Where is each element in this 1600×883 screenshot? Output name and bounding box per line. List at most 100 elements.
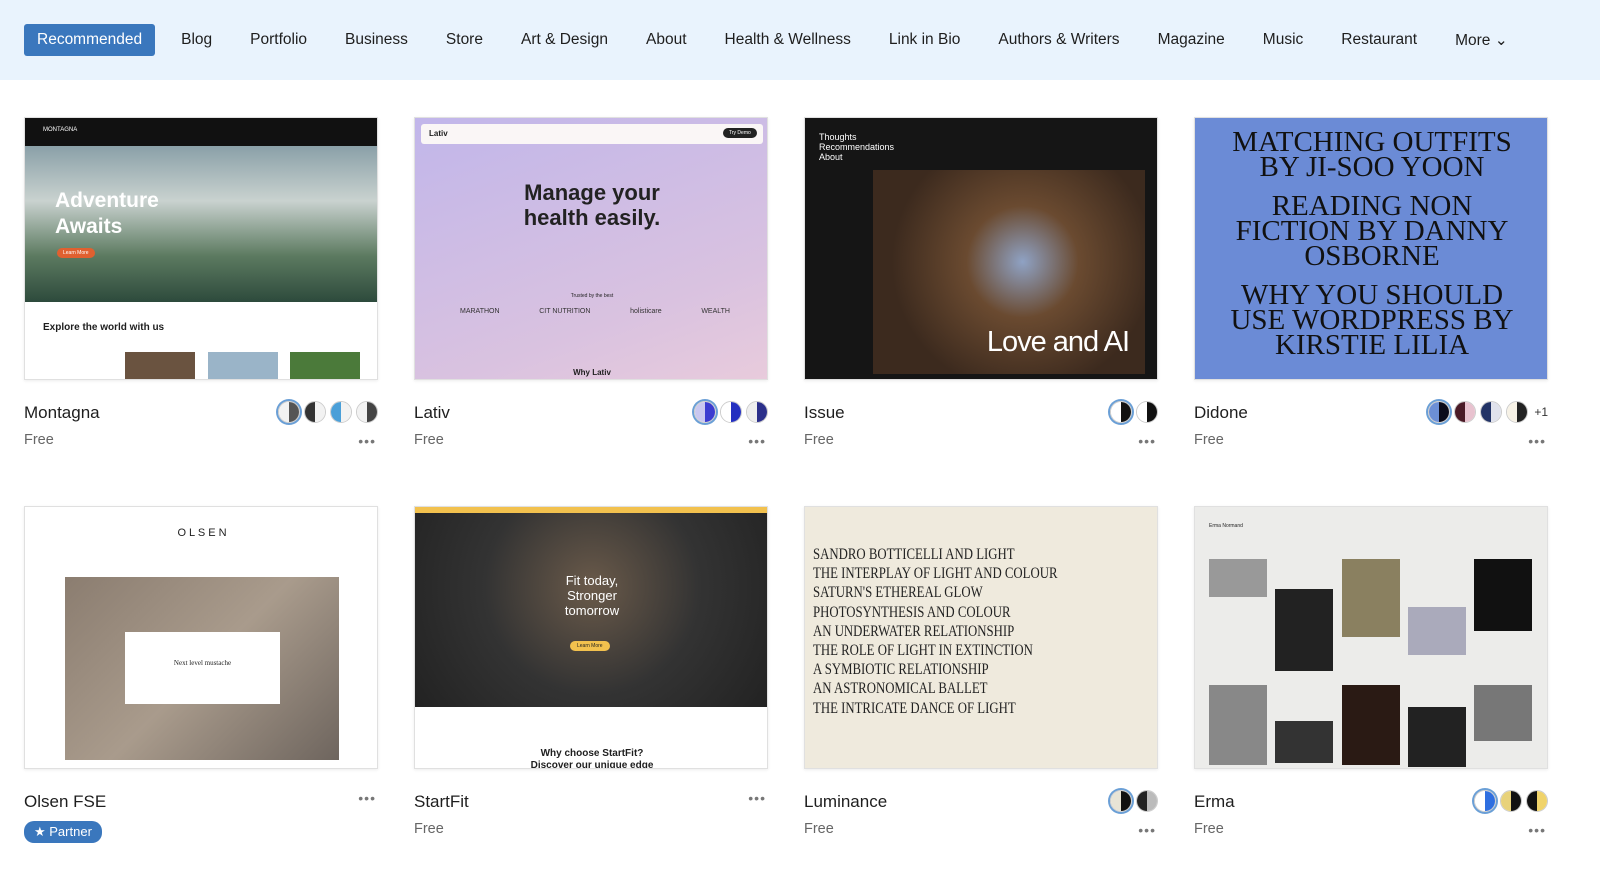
theme-card: Thoughts Recommendations About Love and AI… (804, 117, 1158, 449)
style-variation-swatch[interactable] (1526, 790, 1548, 812)
theme-preview[interactable]: MATCHING OUTFITS BY JI-SOO YOON READING N… (1194, 117, 1548, 380)
style-variation-swatch[interactable] (1110, 790, 1132, 812)
style-variations (1110, 401, 1158, 423)
theme-preview[interactable]: Erma Normand (1194, 506, 1548, 769)
preview-headline: Adventure Awaits (55, 189, 159, 238)
preview-line: THE ROLE OF LIGHT IN EXTINCTION (813, 642, 1033, 660)
theme-card: MONTAGNA Adventure Awaits Learn More Exp… (24, 117, 378, 449)
preview-menu-item: About (819, 152, 843, 162)
theme-card: SANDRO BOTTICELLI AND LIGHT THE INTERPLAY… (804, 506, 1158, 838)
theme-preview[interactable]: SANDRO BOTTICELLI AND LIGHT THE INTERPLAY… (804, 506, 1158, 769)
more-options-icon[interactable]: ••• (748, 790, 766, 806)
style-variation-swatch[interactable] (356, 401, 378, 423)
style-variation-swatch[interactable] (1454, 401, 1477, 423)
style-variation-swatch[interactable] (330, 401, 352, 423)
theme-name[interactable]: Erma (1194, 792, 1235, 812)
style-variations (1474, 790, 1548, 812)
theme-name[interactable]: Luminance (804, 792, 887, 812)
tab-music[interactable]: Music (1251, 24, 1315, 56)
theme-preview[interactable]: Lativ Try Demo Manage your health easily… (414, 117, 768, 380)
preview-button: Learn More (57, 248, 95, 258)
tab-blog[interactable]: Blog (169, 24, 224, 56)
tab-business[interactable]: Business (333, 24, 420, 56)
preview-brand: Lativ (429, 129, 448, 138)
style-variation-swatch[interactable] (1136, 790, 1158, 812)
chevron-down-icon: ⌄ (1494, 31, 1508, 49)
more-options-icon[interactable]: ••• (358, 433, 376, 449)
theme-card: O L S E N Next level mustache Olsen FSE ★… (24, 506, 378, 843)
category-nav: Recommended Blog Portfolio Business Store Art… (0, 0, 1600, 80)
preview-line: A SYMBIOTIC RELATIONSHIP (813, 661, 989, 679)
tab-health-wellness[interactable]: Health & Wellness (713, 24, 863, 56)
preview-card-title: Next level mustache (173, 659, 232, 667)
theme-name[interactable]: StartFit (414, 792, 469, 812)
more-options-icon[interactable]: ••• (1138, 822, 1156, 838)
tab-portfolio[interactable]: Portfolio (238, 24, 319, 56)
style-variation-swatch[interactable] (1480, 401, 1503, 423)
tab-link-in-bio[interactable]: Link in Bio (877, 24, 973, 56)
tab-about[interactable]: About (634, 24, 699, 56)
theme-name[interactable]: Lativ (414, 403, 450, 423)
more-options-icon[interactable]: ••• (1528, 822, 1546, 838)
more-options-icon[interactable]: ••• (358, 790, 376, 806)
tab-store[interactable]: Store (434, 24, 495, 56)
style-variation-swatch[interactable] (304, 401, 326, 423)
tab-art-design[interactable]: Art & Design (509, 24, 620, 56)
style-variation-swatch[interactable] (1428, 401, 1451, 423)
partner-logo: CIT NUTRITION (539, 308, 591, 315)
preview-line: SANDRO BOTTICELLI AND LIGHT (813, 546, 1015, 563)
more-options-icon[interactable]: ••• (1138, 433, 1156, 449)
theme-name[interactable]: Issue (804, 403, 845, 423)
theme-card: Erma Normand Erma Free ••• (1194, 506, 1548, 838)
theme-preview[interactable]: O L S E N Next level mustache (24, 506, 378, 769)
theme-name[interactable]: Olsen FSE (24, 792, 106, 812)
style-variation-swatch[interactable] (1110, 401, 1132, 423)
tab-authors-writers[interactable]: Authors & Writers (986, 24, 1131, 56)
theme-name[interactable]: Montagna (24, 403, 100, 423)
style-variation-swatch[interactable] (720, 401, 742, 423)
theme-price: Free (414, 432, 444, 448)
more-dropdown[interactable]: More ⌄ (1443, 24, 1520, 57)
partner-badge: ★ Partner (24, 821, 102, 843)
preview-menu-item: Recommendations (819, 142, 895, 152)
theme-card: Lativ Try Demo Manage your health easily… (414, 117, 768, 449)
preview-line: THE INTERPLAY OF LIGHT AND COLOUR (813, 565, 1058, 583)
style-variation-swatch[interactable] (1474, 790, 1496, 812)
preview-brand: Erma Normand (1209, 523, 1243, 529)
preview-line: MATCHING OUTFITS BY JI-SOO YOON (1232, 126, 1512, 183)
style-variation-swatch[interactable] (1500, 790, 1522, 812)
tab-magazine[interactable]: Magazine (1146, 24, 1237, 56)
more-options-icon[interactable]: ••• (748, 433, 766, 449)
tab-recommended[interactable]: Recommended (24, 24, 156, 56)
preview-line: THE INTRICATE DANCE OF LIGHT (813, 699, 1016, 717)
more-options-icon[interactable]: ••• (1528, 433, 1546, 449)
preview-line: READING NON FICTION BY DANNY OSBORNE (1235, 190, 1509, 272)
theme-name[interactable]: Didone (1194, 403, 1248, 423)
tab-restaurant[interactable]: Restaurant (1329, 24, 1429, 56)
style-variations (694, 401, 768, 423)
preview-line: AN ASTRONOMICAL BALLET (813, 680, 988, 698)
theme-preview[interactable]: Fit today, Stronger tomorrow Learn More … (414, 506, 768, 769)
more-label: More (1455, 31, 1491, 49)
style-variations (278, 401, 378, 423)
partner-logo: MARATHON (460, 308, 500, 315)
partner-logo: WEALTH (701, 308, 730, 315)
style-variation-swatch[interactable] (1136, 401, 1158, 423)
theme-preview[interactable]: MONTAGNA Adventure Awaits Learn More Exp… (24, 117, 378, 380)
style-variation-swatch[interactable] (694, 401, 716, 423)
theme-price: Free (804, 432, 834, 448)
preview-footer: Why choose StartFit? Discover our unique… (530, 748, 654, 769)
preview-line: WHY YOU SHOULD USE WORDPRESS BY KIRSTIE … (1230, 279, 1514, 361)
preview-brand: MONTAGNA (43, 127, 78, 133)
more-variations-count: +1 (1534, 405, 1548, 419)
preview-line: PHOTOSYNTHESIS AND COLOUR (813, 603, 1011, 621)
preview-footer: Why Lativ (573, 368, 611, 377)
theme-card: Fit today, Stronger tomorrow Learn More … (414, 506, 768, 837)
style-variation-swatch[interactable] (746, 401, 768, 423)
style-variation-swatch[interactable] (1506, 401, 1529, 423)
preview-line: AN UNDERWATER RELATIONSHIP (813, 622, 1015, 640)
preview-brand: O L S E N (177, 527, 227, 539)
style-variation-swatch[interactable] (278, 401, 300, 423)
theme-preview[interactable]: Thoughts Recommendations About Love and AI (804, 117, 1158, 380)
preview-subtitle: Explore the world with us (43, 322, 165, 333)
